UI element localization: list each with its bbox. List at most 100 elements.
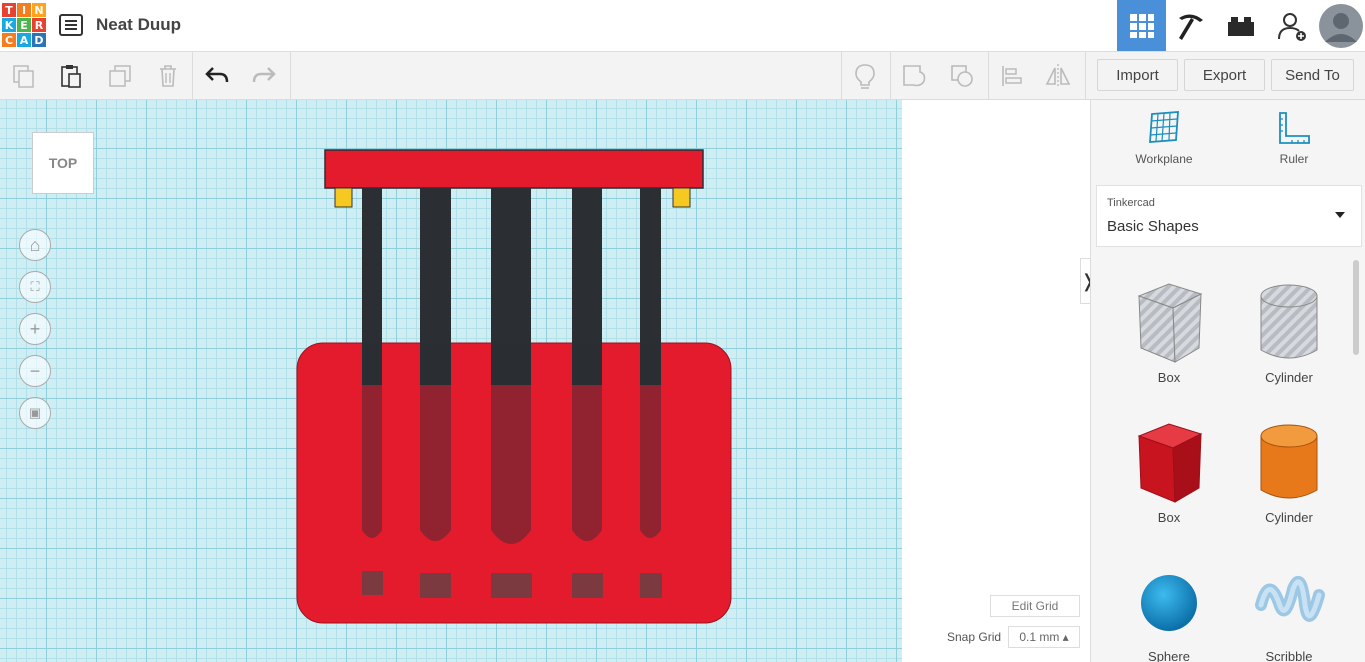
logo-letter: T: [2, 3, 16, 17]
add-user-icon: [1277, 12, 1306, 41]
zoom-out-button[interactable]: −: [19, 355, 51, 387]
avatar-icon: [1319, 3, 1363, 48]
red-top-bar-shape[interactable]: [324, 149, 704, 189]
trash-icon: [160, 65, 176, 87]
scribble-icon: [1255, 575, 1325, 622]
avatar[interactable]: [1317, 0, 1365, 51]
duplicate-button[interactable]: [104, 60, 136, 92]
logo-letter: A: [17, 33, 31, 47]
import-button[interactable]: Import: [1097, 59, 1178, 91]
paste-button[interactable]: [55, 60, 87, 92]
undo-button[interactable]: [201, 60, 233, 92]
ruler-label: Ruler: [1279, 152, 1309, 166]
logo-letter: C: [2, 33, 16, 47]
export-button[interactable]: Export: [1184, 59, 1265, 91]
ungroup-button[interactable]: [946, 60, 978, 92]
sphere-icon: [1141, 575, 1197, 631]
hole-cylinder-icon: [1260, 284, 1318, 359]
dropdown-arrow-icon: [1335, 212, 1345, 218]
shape-scribble[interactable]: Scribble: [1239, 565, 1339, 662]
shape-label: Cylinder: [1265, 370, 1313, 385]
shape-label: Box: [1157, 510, 1181, 525]
home-view-button[interactable]: ⌂: [19, 229, 51, 261]
bricks-button[interactable]: [1216, 0, 1265, 51]
design-list-icon[interactable]: [59, 14, 83, 36]
ungroup-icon: [951, 65, 973, 87]
fit-icon: ⛶: [30, 279, 40, 294]
logo-letter: K: [2, 18, 16, 32]
add-user-button[interactable]: [1267, 0, 1316, 51]
copy-icon: [13, 65, 34, 88]
shape-hole-box[interactable]: Box: [1119, 278, 1219, 408]
top-bar: TIN KER CAD Neat Duup: [0, 0, 1365, 52]
workplane-canvas[interactable]: TOP ⌂ ⛶ + − ▣ Edit Grid Snap Grid 0.1 mm…: [0, 100, 1090, 662]
bricks-icon: [1227, 16, 1254, 36]
snap-grid-select[interactable]: 0.1 mm ▴: [1008, 626, 1080, 648]
lightbulb-icon: [855, 64, 875, 89]
design-model[interactable]: [0, 100, 902, 662]
ruler-icon: [1279, 112, 1310, 144]
plus-icon: +: [29, 318, 41, 339]
library-name: Basic Shapes: [1107, 218, 1199, 235]
pickaxe-icon: [1178, 13, 1203, 40]
group-button[interactable]: [898, 60, 930, 92]
shape-sphere[interactable]: Sphere: [1119, 565, 1219, 662]
home-icon: ⌂: [29, 234, 41, 255]
delete-button[interactable]: [152, 60, 184, 92]
copy-button[interactable]: [8, 60, 40, 92]
shape-box[interactable]: Box: [1119, 418, 1219, 548]
tinkercad-logo[interactable]: TIN KER CAD: [2, 3, 46, 49]
yellow-peg-left[interactable]: [334, 187, 353, 208]
box-icon: [1137, 423, 1203, 503]
logo-letter: N: [32, 3, 46, 17]
shape-cylinder[interactable]: Cylinder: [1239, 418, 1339, 548]
zoom-in-button[interactable]: +: [19, 313, 51, 345]
redo-icon: [252, 67, 276, 83]
perspective-button[interactable]: ▣: [19, 397, 51, 429]
shape-label: Cylinder: [1265, 510, 1313, 525]
view-cube-label: TOP: [48, 155, 78, 171]
library-category: Tinkercad: [1107, 197, 1155, 209]
notes-button[interactable]: [849, 60, 881, 92]
shape-label: Sphere: [1148, 649, 1190, 662]
mirror-button[interactable]: [1042, 60, 1074, 92]
align-icon: [1002, 66, 1022, 86]
shape-grid: Box Cylinder Box Cylinder Sphere Scribbl…: [1091, 260, 1365, 662]
shape-library-select[interactable]: Tinkercad Basic Shapes: [1096, 185, 1362, 247]
logo-letter: E: [17, 18, 31, 32]
workplane-label: Workplane: [1135, 152, 1193, 166]
snap-grid-label: Snap Grid: [947, 630, 1002, 644]
edit-grid-button[interactable]: Edit Grid: [990, 595, 1080, 617]
logo-letter: I: [17, 3, 31, 17]
ruler-button[interactable]: Ruler: [1249, 110, 1339, 176]
hole-box-icon: [1137, 283, 1203, 363]
yellow-peg-right[interactable]: [672, 187, 691, 208]
redo-button[interactable]: [248, 60, 280, 92]
shape-label: Scribble: [1265, 649, 1313, 662]
paste-icon: [61, 65, 81, 88]
grid-view-icon: [1129, 13, 1154, 38]
duplicate-icon: [109, 65, 131, 87]
edit-toolbar: Import Export Send To: [0, 52, 1365, 100]
send-to-button[interactable]: Send To: [1271, 59, 1354, 91]
minus-icon: −: [29, 360, 41, 381]
panel-scrollbar[interactable]: [1353, 260, 1359, 355]
logo-letter: R: [32, 18, 46, 32]
shape-hole-cylinder[interactable]: Cylinder: [1239, 278, 1339, 408]
group-icon: [903, 65, 926, 87]
workplane-button[interactable]: Workplane: [1119, 110, 1209, 176]
mirror-icon: [1045, 64, 1071, 88]
shapes-panel: Workplane Ruler Tinkercad Basic Shapes B…: [1090, 100, 1365, 662]
view-cube[interactable]: TOP: [32, 132, 94, 194]
logo-letter: D: [32, 33, 46, 47]
cube-icon: ▣: [28, 405, 42, 420]
cylinder-icon: [1260, 424, 1318, 499]
undo-icon: [205, 67, 229, 83]
workplane-icon: [1149, 111, 1179, 143]
grid-view-button[interactable]: [1117, 0, 1166, 51]
shape-label: Box: [1157, 370, 1181, 385]
align-button[interactable]: [996, 60, 1028, 92]
design-title[interactable]: Neat Duup: [96, 15, 181, 35]
fit-view-button[interactable]: ⛶: [19, 271, 51, 303]
pickaxe-button[interactable]: [1166, 0, 1215, 51]
